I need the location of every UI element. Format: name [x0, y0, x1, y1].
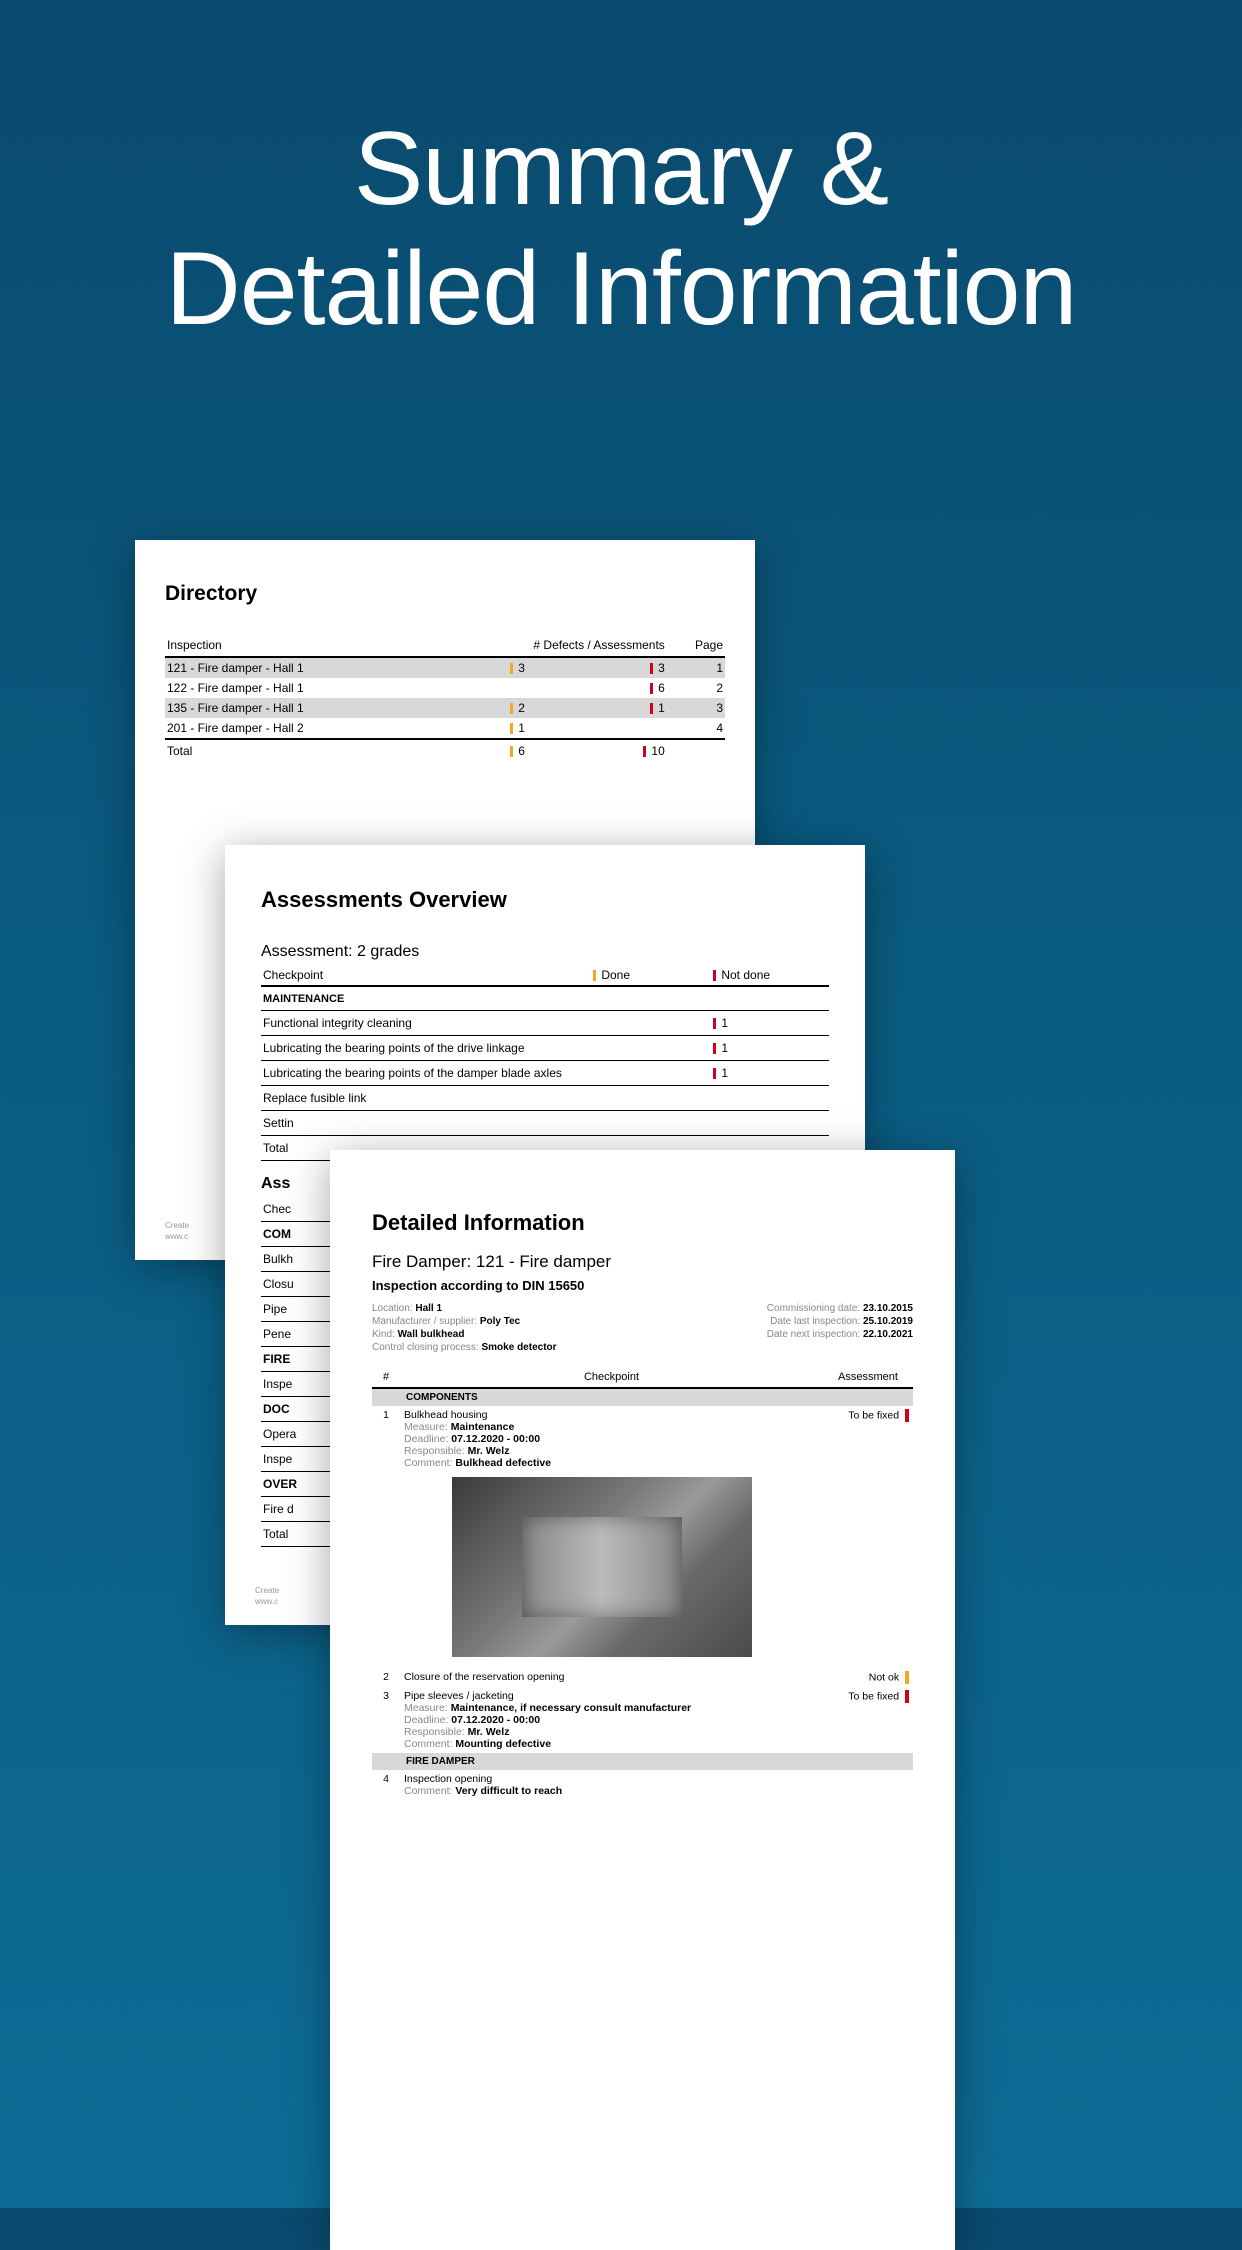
meta-row: Kind: Wall bulkhead Date next inspection… — [372, 1329, 913, 1340]
notdone-cell: 1 — [709, 1061, 829, 1086]
item-num: 4 — [372, 1770, 400, 1800]
checkpoint-name: Replace fusible link — [261, 1086, 589, 1111]
item-content: Closure of the reservation opening — [400, 1668, 823, 1687]
directory-total-row: Total 6 10 — [165, 739, 725, 761]
item-assessment: To be fixed — [823, 1687, 913, 1753]
col-num: # — [372, 1367, 400, 1388]
checkpoint-name: Functional integrity cleaning — [261, 1011, 589, 1036]
directory-row: 201 - Fire damper - Hall 2 1 4 — [165, 718, 725, 739]
checkpoint-row: 2 Closure of the reservation opening Not… — [372, 1668, 913, 1687]
inspection-name: 122 - Fire damper - Hall 1 — [165, 678, 421, 698]
assessments-title: Assessments Overview — [261, 887, 829, 913]
assessments-cell: 1 — [527, 698, 667, 718]
page-cell: 4 — [667, 718, 725, 739]
item-assessment — [823, 1770, 913, 1800]
inspection-name: 135 - Fire damper - Hall 1 — [165, 698, 421, 718]
total-label: Total — [165, 739, 421, 761]
notdone-cell: 1 — [709, 1011, 829, 1036]
directory-row: 121 - Fire damper - Hall 1 3 3 1 — [165, 657, 725, 678]
hero-line1: Summary & — [354, 111, 888, 227]
item-content: Pipe sleeves / jacketing Measure: Mainte… — [400, 1687, 823, 1753]
detailed-subtitle: Fire Damper: 121 - Fire damper — [372, 1252, 913, 1272]
done-cell — [589, 1036, 709, 1061]
detail-table: # Checkpoint Assessment COMPONENTS 1 Bul… — [372, 1367, 913, 1800]
section-header: FIRE DAMPER — [372, 1753, 913, 1770]
notdone-cell — [709, 1086, 829, 1111]
checkpoint-row: 4 Inspection opening Comment: Very diffi… — [372, 1770, 913, 1800]
checkpoint-name: Lubricating the bearing points of the dr… — [261, 1036, 589, 1061]
page-cell: 1 — [667, 657, 725, 678]
checkpoint-row: 3 Pipe sleeves / jacketing Measure: Main… — [372, 1687, 913, 1753]
directory-row: 135 - Fire damper - Hall 1 2 1 3 — [165, 698, 725, 718]
inspection-photo — [452, 1477, 752, 1657]
meta-block: Location: Hall 1 Commissioning date: 23.… — [372, 1303, 913, 1353]
defects-cell: 3 — [421, 657, 527, 678]
done-cell — [589, 1086, 709, 1111]
col-defects: # Defects / Assessments — [421, 634, 667, 657]
directory-title: Directory — [165, 582, 725, 606]
notdone-cell: 1 — [709, 1036, 829, 1061]
item-content: Inspection opening Comment: Very difficu… — [400, 1770, 823, 1800]
section-header: COMPONENTS — [372, 1388, 913, 1406]
item-assessment: To be fixed — [823, 1406, 913, 1668]
page-cell: 3 — [667, 698, 725, 718]
item-assessment: Not ok — [823, 1668, 913, 1687]
assessments-table: Checkpoint Done Not done MAINTENANCE Fun… — [261, 965, 829, 1111]
col-checkpoint: Checkpoint — [261, 965, 589, 986]
col-assessment: Assessment — [823, 1367, 913, 1388]
page2-footer: Createwww.c — [255, 1585, 279, 1607]
col-inspection: Inspection — [165, 634, 421, 657]
meta-row: Location: Hall 1 Commissioning date: 23.… — [372, 1303, 913, 1314]
done-cell — [589, 1011, 709, 1036]
meta-row: Control closing process: Smoke detector — [372, 1342, 913, 1353]
assessment-row: Functional integrity cleaning 1 — [261, 1011, 829, 1036]
inspection-name: 121 - Fire damper - Hall 1 — [165, 657, 421, 678]
assessments-cell: 3 — [527, 657, 667, 678]
inspection-name: 201 - Fire damper - Hall 2 — [165, 718, 421, 739]
item-num: 3 — [372, 1687, 400, 1753]
directory-row: 122 - Fire damper - Hall 1 6 2 — [165, 678, 725, 698]
defects-cell: 1 — [421, 718, 527, 739]
checkpoint-name: Lubricating the bearing points of the da… — [261, 1061, 589, 1086]
defects-cell — [421, 678, 527, 698]
page1-footer: Createwww.c — [165, 1220, 189, 1242]
truncated-row: Settin — [261, 1111, 829, 1136]
col-page: Page — [667, 634, 725, 657]
checkpoint-row: 1 Bulkhead housing Measure: MaintenanceD… — [372, 1406, 913, 1668]
meta-row: Manufacturer / supplier: Poly Tec Date l… — [372, 1316, 913, 1327]
hero-line2: Detailed Information — [166, 231, 1077, 347]
done-cell — [589, 1061, 709, 1086]
assessments-cell — [527, 718, 667, 739]
assessment-row: Lubricating the bearing points of the dr… — [261, 1036, 829, 1061]
assessments-cell: 6 — [527, 678, 667, 698]
item-num: 2 — [372, 1668, 400, 1687]
assessments-subtitle: Assessment: 2 grades — [261, 943, 829, 961]
detailed-standard: Inspection according to DIN 15650 — [372, 1278, 913, 1293]
page-cell: 2 — [667, 678, 725, 698]
hero-title: Summary & Detailed Information — [0, 0, 1242, 349]
item-num: 1 — [372, 1406, 400, 1668]
assessment-row: Replace fusible link — [261, 1086, 829, 1111]
col-checkpoint2: Checkpoint — [400, 1367, 823, 1388]
report-page-detailed: Detailed Information Fire Damper: 121 - … — [330, 1150, 955, 2250]
assessment-row: Lubricating the bearing points of the da… — [261, 1061, 829, 1086]
directory-table: Inspection # Defects / Assessments Page … — [165, 634, 725, 761]
item-content: Bulkhead housing Measure: MaintenanceDea… — [400, 1406, 823, 1668]
defects-cell: 2 — [421, 698, 527, 718]
detailed-title: Detailed Information — [372, 1210, 913, 1236]
category-maintenance: MAINTENANCE — [261, 986, 829, 1011]
